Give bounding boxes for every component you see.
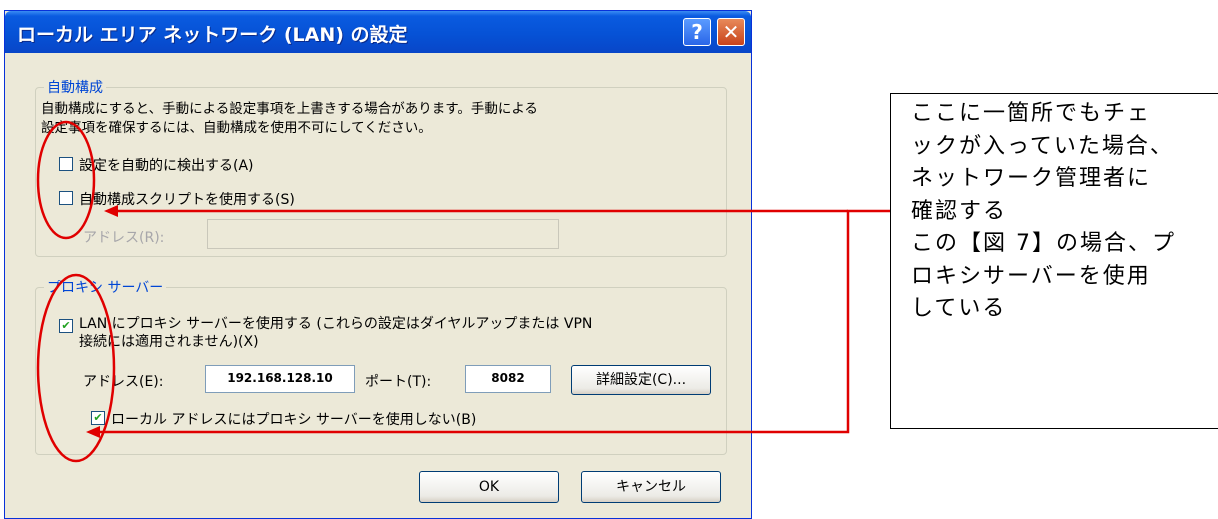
note-line-3: ネットワーク管理者に (911, 166, 1152, 191)
note-line-1: ここに一箇所でもチェ (911, 101, 1152, 126)
arrow-head-upper (104, 205, 118, 217)
arrow-head-lower (86, 426, 100, 438)
note-line-7: している (911, 296, 1007, 321)
note-line-4: 確認する (911, 198, 1008, 224)
note-line-2: ックが入っていた場合、 (911, 133, 1174, 159)
annotation-note-box: ここに一箇所でもチェ ックが入っていた場合、 ネットワーク管理者に 確認する こ… (890, 93, 1218, 429)
note-line-5: この【図 7】の場合、プ (911, 231, 1176, 256)
highlight-circle-auto-config (36, 120, 96, 240)
note-line-6: ロキシサーバーを使用 (911, 263, 1151, 289)
arrow-line-lower (98, 209, 890, 434)
